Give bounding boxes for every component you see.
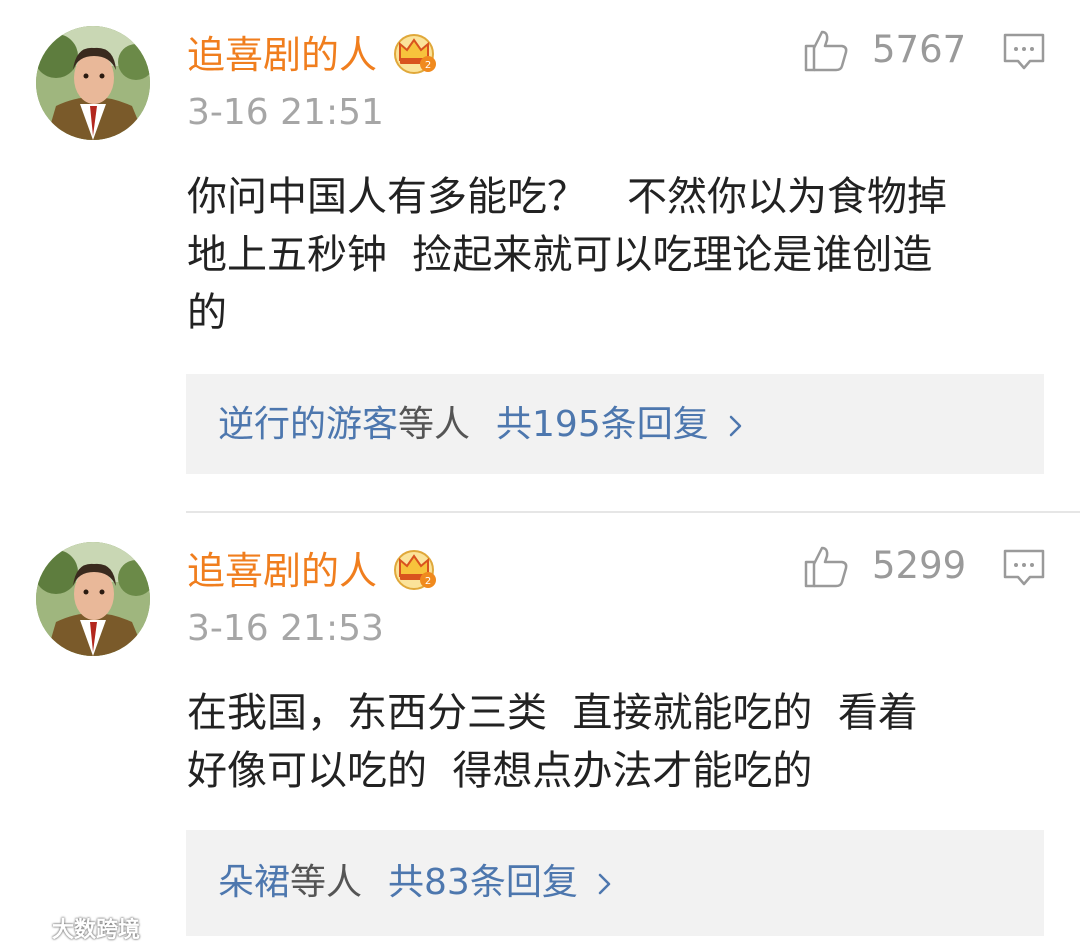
crown-badge-icon: 2 xyxy=(394,34,436,74)
replies-summary[interactable]: 朵裙等人 共83条回复 xyxy=(218,858,614,908)
brand-logo-icon xyxy=(10,921,48,940)
comment-text-line: 在我国，东西分三类 直接就能吃的 看着 xyxy=(187,690,918,736)
comment-text-line: 的 xyxy=(187,290,227,336)
like-count: 5767 xyxy=(872,28,967,71)
username[interactable]: 追喜剧的人 xyxy=(187,546,377,596)
comment-text: 在我国，东西分三类 直接就能吃的 看着 好像可以吃的 得想点办法才能吃的 xyxy=(187,684,1047,800)
thumbs-up-icon[interactable] xyxy=(802,542,850,590)
watermark: 大数跨境 xyxy=(8,916,140,946)
chevron-right-icon[interactable] xyxy=(727,411,745,441)
avatar-image xyxy=(36,26,150,140)
timestamp: 3-16 21:53 xyxy=(187,608,384,649)
replies-preview[interactable]: 逆行的游客等人 共195条回复 xyxy=(186,374,1044,474)
replier-etc: 等人 xyxy=(290,862,363,903)
crown-badge-icon: 2 xyxy=(394,550,436,590)
svg-text:2: 2 xyxy=(425,60,431,71)
comment-bubble-icon[interactable] xyxy=(1002,32,1046,72)
comment-text-line: 好像可以吃的 得想点办法才能吃的 xyxy=(187,748,813,794)
replies-preview[interactable]: 朵裙等人 共83条回复 xyxy=(186,830,1044,936)
watermark-text: 大数跨境 xyxy=(52,918,141,943)
comment-bubble-icon[interactable] xyxy=(1002,548,1046,588)
username[interactable]: 追喜剧的人 xyxy=(187,30,377,80)
svg-text:2: 2 xyxy=(425,576,431,587)
replier-etc: 等人 xyxy=(398,404,471,445)
comment-text-line: 地上五秒钟 捡起来就可以吃理论是谁创造 xyxy=(187,232,933,278)
avatar-image xyxy=(36,542,150,656)
reply-count-link[interactable]: 共83条回复 xyxy=(388,862,578,903)
comment-text: 你问中国人有多能吃？ 不然你以为食物掉 地上五秒钟 捡起来就可以吃理论是谁创造 … xyxy=(187,168,1047,342)
reply-count-link[interactable]: 共195条回复 xyxy=(496,404,709,445)
comment-text-line: 你问中国人有多能吃？ 不然你以为食物掉 xyxy=(187,174,947,220)
replies-summary[interactable]: 逆行的游客等人 共195条回复 xyxy=(218,400,745,450)
chevron-right-icon[interactable] xyxy=(596,869,614,899)
divider xyxy=(186,511,1080,513)
avatar[interactable] xyxy=(36,542,150,656)
avatar[interactable] xyxy=(36,26,150,140)
timestamp: 3-16 21:51 xyxy=(187,92,384,133)
thumbs-up-icon[interactable] xyxy=(802,26,850,74)
replier-name[interactable]: 逆行的游客 xyxy=(218,404,398,445)
like-count: 5299 xyxy=(872,544,967,587)
replier-name[interactable]: 朵裙 xyxy=(218,862,290,903)
